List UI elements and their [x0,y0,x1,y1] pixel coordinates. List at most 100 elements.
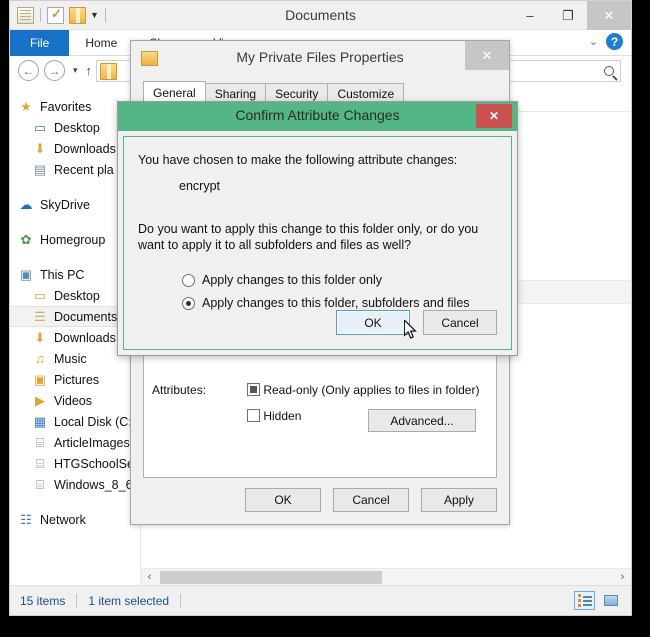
search-icon [604,66,614,76]
details-view-icon[interactable] [574,591,595,610]
hard-drive-icon: ▦ [33,413,47,429]
download-icon: ⬇ [34,329,46,345]
nav-label: Local Disk (C: [54,414,132,429]
computer-icon: ▣ [19,266,33,282]
confirm-attribute-changes-dialog: Confirm Attribute Changes ✕ You have cho… [117,101,518,356]
cancel-button[interactable]: Cancel [333,488,409,512]
horizontal-scrollbar[interactable]: ‹ › [141,568,631,585]
readonly-checkbox-row[interactable]: Read-only (Only applies to files in fold… [247,383,479,397]
attributes-label: Attributes: [152,383,207,397]
radio-folder-only[interactable]: Apply changes to this folder only [182,273,382,287]
window-controls: – ❐ ✕ [511,1,631,30]
close-icon[interactable]: ✕ [465,41,509,70]
nav-label: Music [54,351,87,366]
confirm-question-text: Do you want to apply this change to this… [138,222,479,252]
nav-label: This PC [40,267,85,282]
nav-label: Windows_8_6 [54,477,133,492]
nav-label: Pictures [54,372,100,387]
confirm-footer: OK Cancel [336,310,497,335]
nav-label: Videos [54,393,92,408]
download-icon: ⬇ [34,140,46,156]
sidebar-item-htgschoolse[interactable]: ⌸ HTGSchoolSe [10,453,140,474]
close-button[interactable]: ✕ [587,1,631,30]
properties-title: My Private Files Properties [236,49,404,65]
pictures-icon: ▣ [33,371,47,387]
minimize-button[interactable]: – [511,1,549,30]
folder-icon [100,62,117,80]
cancel-button[interactable]: Cancel [423,310,497,335]
readonly-checkbox[interactable] [247,383,260,396]
attribute-change-value: encrypt [179,179,220,193]
confirm-title-bar: Confirm Attribute Changes ✕ [118,102,517,131]
recent-places-icon: ▤ [33,161,47,177]
scroll-left-icon[interactable]: ‹ [141,571,158,583]
back-button[interactable]: ← [18,60,39,81]
star-icon: ★ [20,98,32,114]
radio-label: Apply changes to this folder only [202,273,382,287]
hidden-label: Hidden [263,409,302,423]
hidden-checkbox[interactable] [247,409,260,422]
confirm-intro-text: You have chosen to make the following at… [138,153,458,167]
divider [76,593,78,608]
network-drive-icon: ⌸ [36,455,44,471]
close-icon[interactable]: ✕ [476,104,512,128]
nav-label: Network [40,512,86,527]
confirm-title: Confirm Attribute Changes [235,107,400,123]
nav-label: Downloads [54,330,116,345]
sidebar-item-windows-8-6[interactable]: ⌸ Windows_8_6 [10,474,140,495]
sidebar-item-local-disk[interactable]: ▦ Local Disk (C: [10,411,140,432]
forward-button[interactable]: → [44,60,65,81]
scroll-right-icon[interactable]: › [614,571,631,583]
nav-label: ArticleImages [54,435,130,450]
screen: ▼ Documents – ❐ ✕ File Home Share View ⌄… [0,0,650,637]
sidebar-item-network[interactable]: ☷ Network [10,509,140,530]
ok-button[interactable]: OK [245,488,321,512]
tab-sharing[interactable]: Sharing [204,83,267,103]
homegroup-icon: ✿ [20,231,32,247]
recent-locations-icon[interactable]: ▾ [73,65,78,76]
sidebar-item-pictures[interactable]: ▣ Pictures [10,369,140,390]
properties-title-bar: My Private Files Properties ✕ [131,41,509,78]
cloud-icon: ☁ [19,196,33,212]
monitor-icon: ▭ [33,119,47,135]
scrollbar-thumb[interactable] [160,570,382,584]
tab-home[interactable]: Home [69,30,133,56]
tiles-view-icon[interactable] [600,591,621,610]
tab-file[interactable]: File [10,30,70,56]
nav-label: Downloads [54,141,116,156]
radio-button-selected[interactable] [182,296,195,310]
network-drive-icon: ⌸ [36,434,44,450]
up-button[interactable]: ↑ [86,63,93,78]
sidebar-item-articleimages[interactable]: ⌸ ArticleImages [10,432,140,453]
nav-label: Desktop [54,288,100,303]
maximize-button[interactable]: ❐ [549,1,587,30]
status-bar: 15 items 1 item selected [10,585,631,615]
nav-label: Homegroup [40,232,106,247]
tab-security[interactable]: Security [265,83,329,103]
radio-folder-subfolders-files[interactable]: Apply changes to this folder, subfolders… [182,296,470,310]
divider [180,593,182,608]
item-count: 15 items [20,593,66,608]
chevron-down-icon[interactable]: ⌄ [589,35,598,48]
nav-label: Favorites [40,99,92,114]
apply-button[interactable]: Apply [421,488,497,512]
nav-label: Recent pla [54,162,114,177]
nav-label: SkyDrive [40,197,91,212]
music-icon: ♫ [35,351,45,366]
tab-general[interactable]: General [143,81,206,103]
sidebar-item-videos[interactable]: ▶ Videos [10,390,140,411]
desktop-folder-icon: ▭ [33,287,47,303]
documents-folder-icon: ☰ [34,308,46,324]
hidden-checkbox-row[interactable]: Hidden [247,409,301,423]
title-bar: ▼ Documents – ❐ ✕ [10,1,631,30]
advanced-button[interactable]: Advanced... [368,409,476,432]
ok-button[interactable]: OK [336,310,410,335]
tab-customize[interactable]: Customize [327,83,405,103]
confirm-body: You have chosen to make the following at… [123,136,512,350]
selection-status: 1 item selected [88,593,170,608]
videos-icon: ▶ [35,392,45,408]
help-icon[interactable]: ? [606,33,623,50]
radio-label: Apply changes to this folder, subfolders… [202,296,470,310]
radio-button[interactable] [182,273,195,287]
readonly-label: Read-only (Only applies to files in fold… [263,383,480,397]
